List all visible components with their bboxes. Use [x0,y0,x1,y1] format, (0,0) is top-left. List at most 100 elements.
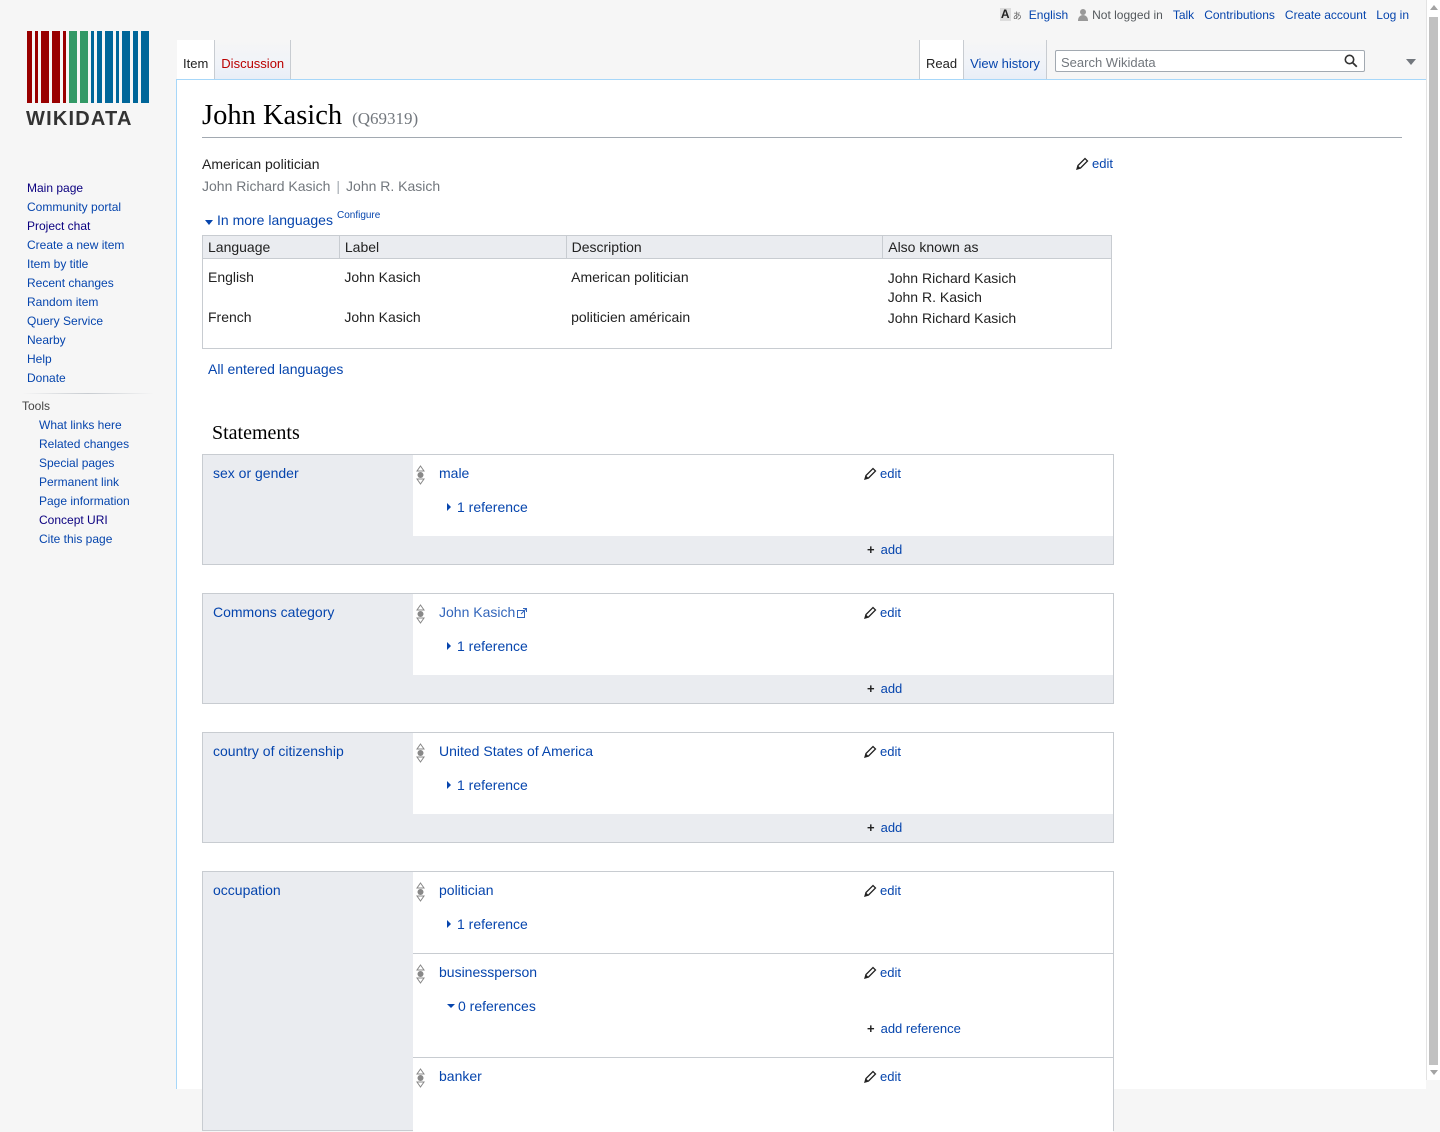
references-toggle[interactable]: 1 reference [447,916,528,932]
sidebar-navigation: Main page Community portal Project chat … [0,180,176,389]
property-label[interactable]: country of citizenship [213,743,344,759]
add-statement-button[interactable]: + add [867,542,902,557]
sidebar-item-help[interactable]: Help [27,352,52,366]
statements-heading: Statements [212,422,300,444]
statement-value[interactable]: United States of America [439,743,593,759]
tool-concept-uri[interactable]: Concept URI [39,513,108,527]
references-count[interactable]: 1 reference [457,499,528,515]
contributions-link[interactable]: Contributions [1204,8,1275,22]
references-count[interactable]: 1 reference [457,638,528,654]
sidebar-item-item-by-title[interactable]: Item by title [27,257,88,271]
rank-selector-icon[interactable] [416,604,425,624]
references-toggle[interactable]: 1 reference [447,777,528,793]
statement-edit-button[interactable]: edit [863,605,901,620]
edit-link[interactable]: edit [880,605,901,620]
column-header: Description [565,235,883,259]
wikidata-logo[interactable]: WIKIDATA [20,22,155,142]
edit-link[interactable]: edit [880,965,901,980]
language-link[interactable]: English [1029,8,1068,22]
scroll-down-arrow-icon[interactable] [1430,1070,1438,1075]
create-account-link[interactable]: Create account [1285,8,1366,22]
language-selector[interactable]: Aあ English [999,8,1068,22]
rank-selector-icon[interactable] [416,1068,425,1088]
scroll-up-arrow-icon[interactable] [1430,5,1438,10]
add-link[interactable]: add [881,681,903,696]
table-row: English John Kasich American politician … [203,259,1112,309]
sidebar-item-recent-changes[interactable]: Recent changes [27,276,114,290]
more-languages-link[interactable]: In more languages [217,212,333,228]
references-toggle[interactable]: 0 references [447,998,536,1014]
rank-selector-icon[interactable] [416,743,425,763]
property-label[interactable]: sex or gender [213,465,299,481]
view-history-link[interactable]: View history [970,56,1040,71]
add-statement-button[interactable]: + add [867,820,902,835]
statement-value[interactable]: banker [439,1068,482,1084]
edit-link[interactable]: edit [880,883,901,898]
more-languages-toggle[interactable]: In more languages Configure [205,210,380,228]
add-statement-row: + add [413,675,1113,704]
add-link[interactable]: add [881,542,903,557]
sidebar-item-nearby[interactable]: Nearby [27,333,66,347]
sidebar-item-random-item[interactable]: Random item [27,295,98,309]
log-in-link[interactable]: Log in [1376,8,1409,22]
configure-link[interactable]: Configure [337,210,380,221]
vertical-scrollbar[interactable] [1426,0,1440,1080]
edit-link[interactable]: edit [880,1069,901,1084]
rank-selector-icon[interactable] [416,964,425,984]
search-input[interactable] [1059,52,1343,72]
statement-edit-button[interactable]: edit [863,883,901,898]
tools-heading[interactable]: Tools [22,399,176,417]
statement-edit-button[interactable]: edit [863,466,901,481]
tab-read[interactable]: Read [919,40,964,80]
rank-selector-icon[interactable] [416,465,425,485]
talk-link[interactable]: Talk [1173,8,1194,22]
sidebar-item-donate[interactable]: Donate [27,371,66,385]
references-toggle[interactable]: 1 reference [447,499,528,515]
all-entered-languages-link[interactable]: All entered languages [208,361,343,377]
sidebar-item-community-portal[interactable]: Community portal [27,200,121,214]
edit-link[interactable]: edit [1092,156,1113,171]
tool-special-pages[interactable]: Special pages [39,456,114,470]
add-link[interactable]: add [881,820,903,835]
column-header: Also known as [882,235,1112,259]
references-count[interactable]: 0 references [458,998,536,1014]
add-reference-link[interactable]: add reference [881,1021,961,1036]
label-cell: John Kasich [344,308,421,325]
statement-value[interactable]: male [439,465,469,481]
tool-cite-this-page[interactable]: Cite this page [39,532,112,546]
tool-page-information[interactable]: Page information [39,494,130,508]
statement-edit-button[interactable]: edit [863,1069,901,1084]
property-label[interactable]: Commons category [213,604,334,620]
tab-discussion[interactable]: Discussion [215,40,292,80]
search-icon[interactable] [1344,54,1358,68]
tool-permanent-link[interactable]: Permanent link [39,475,119,489]
statement-edit-button[interactable]: edit [863,744,901,759]
sidebar-item-query-service[interactable]: Query Service [27,314,103,328]
references-count[interactable]: 1 reference [457,916,528,932]
tab-view-history[interactable]: View history [963,40,1047,80]
statement-value[interactable]: politician [439,882,493,898]
collapsed-triangle-icon [447,920,451,928]
statement-group-occupation: occupation politician edit 1 reference b… [202,871,1114,1132]
sidebar-item-create-new-item[interactable]: Create a new item [27,238,124,252]
sidebar-item-main-page[interactable]: Main page [27,181,83,195]
alias: John Richard Kasich [202,178,331,194]
sidebar-item-project-chat[interactable]: Project chat [27,219,90,233]
rank-selector-icon[interactable] [416,882,425,902]
statement-value[interactable]: businessperson [439,964,537,980]
fingerprint-edit-button[interactable]: edit [1075,156,1113,171]
references-toggle[interactable]: 1 reference [447,638,528,654]
edit-link[interactable]: edit [880,466,901,481]
references-count[interactable]: 1 reference [457,777,528,793]
tab-item[interactable]: Item [177,40,216,80]
edit-link[interactable]: edit [880,744,901,759]
statement-value[interactable]: John Kasich [439,604,515,620]
more-menu-chevron-icon[interactable] [1406,59,1416,65]
statement-edit-button[interactable]: edit [863,965,901,980]
scrollbar-thumb[interactable] [1429,17,1438,1065]
add-reference-button[interactable]: + add reference [867,1021,961,1036]
tool-what-links-here[interactable]: What links here [39,418,122,432]
tool-related-changes[interactable]: Related changes [39,437,129,451]
add-statement-button[interactable]: + add [867,681,902,696]
property-label[interactable]: occupation [213,882,281,898]
